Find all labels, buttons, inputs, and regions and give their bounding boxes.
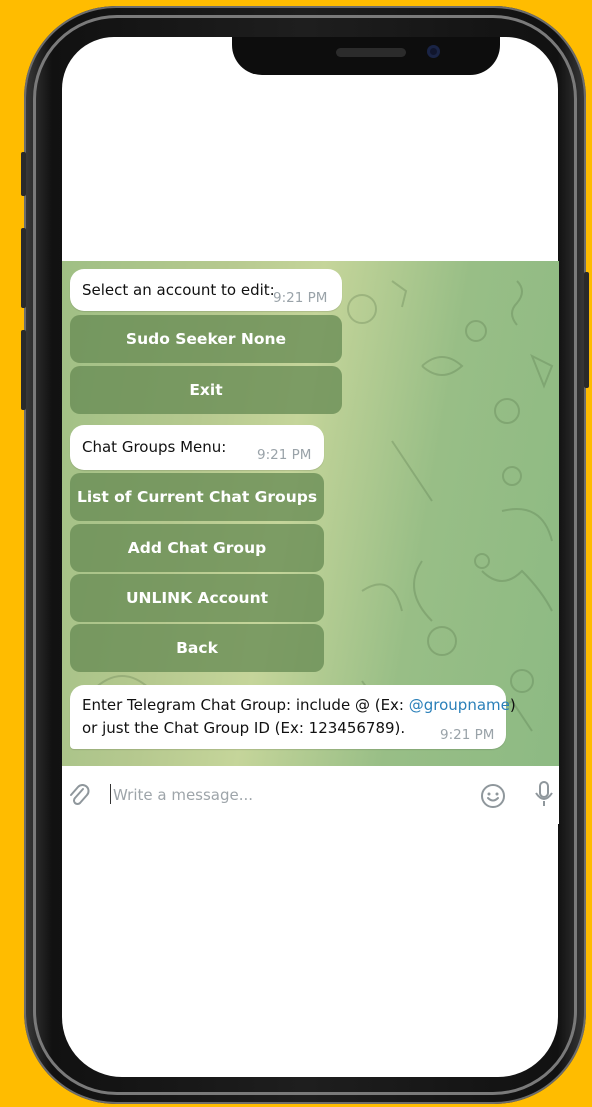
inline-button-exit[interactable]: Exit	[70, 366, 342, 414]
bot-message-select-account: Select an account to edit: 9:21 PM	[70, 269, 342, 311]
message-text: Chat Groups Menu:	[82, 438, 227, 456]
message-time: 9:21 PM	[273, 290, 328, 306]
inline-button-list-chat-groups[interactable]: List of Current Chat Groups	[70, 473, 324, 521]
inline-button-sudo-seeker[interactable]: Sudo Seeker None	[70, 315, 342, 363]
message-line-2: or just the Chat Group ID (Ex: 123456789…	[82, 719, 406, 737]
volume-up-button	[21, 228, 26, 308]
bot-message-enter-chat-group: Enter Telegram Chat Group: include @ (Ex…	[70, 685, 516, 749]
bot-message-chat-groups-menu: Chat Groups Menu: 9:21 PM	[70, 425, 324, 470]
message-text: )	[509, 696, 516, 714]
message-time: 9:21 PM	[440, 727, 495, 743]
speaker-grille	[336, 48, 406, 57]
smiley-icon[interactable]	[480, 783, 506, 813]
groupname-link[interactable]: @groupname	[409, 696, 510, 714]
message-text: Select an account to edit:	[82, 281, 275, 299]
message-input[interactable]: Write a message...	[113, 786, 253, 804]
mute-switch	[21, 152, 26, 196]
message-line-1: Enter Telegram Chat Group: include @ (Ex…	[82, 695, 516, 716]
message-text: Enter Telegram Chat Group: include @ (Ex…	[82, 696, 409, 714]
message-composer: Write a message...	[62, 766, 559, 824]
inline-button-add-chat-group[interactable]: Add Chat Group	[70, 524, 324, 572]
paperclip-icon[interactable]	[68, 783, 90, 811]
chat-area[interactable]: Select an account to edit: 9:21 PM Sudo …	[62, 261, 559, 766]
text-caret	[110, 784, 111, 804]
volume-down-button	[21, 330, 26, 410]
notch	[232, 37, 500, 75]
microphone-icon[interactable]	[534, 780, 554, 814]
front-camera	[427, 45, 440, 58]
power-button	[584, 272, 589, 388]
inline-button-back[interactable]: Back	[70, 624, 324, 672]
inline-button-unlink-account[interactable]: UNLINK Account	[70, 574, 324, 622]
message-time: 9:21 PM	[257, 447, 312, 463]
